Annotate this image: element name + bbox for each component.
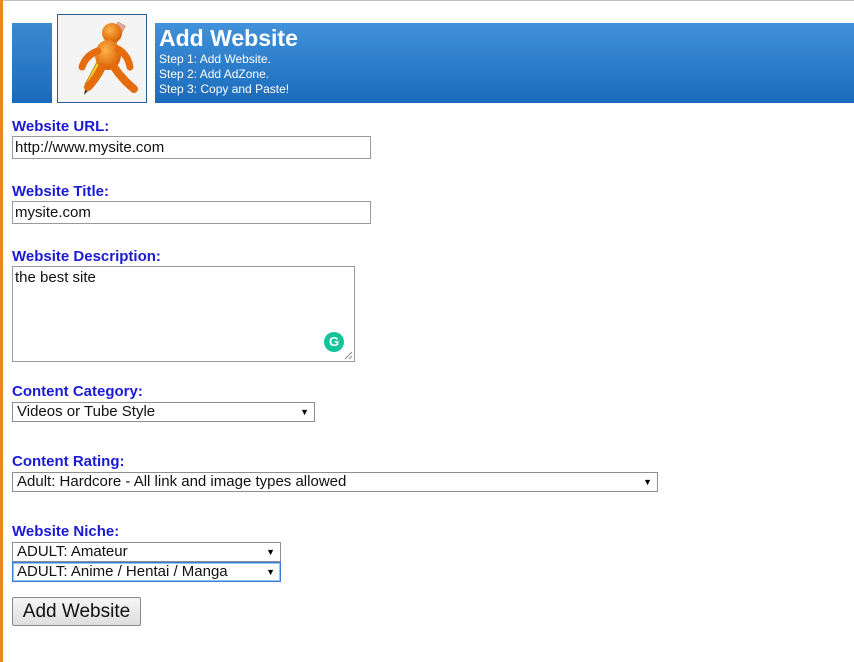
header-left-block <box>12 23 52 103</box>
chevron-down-icon: ▼ <box>300 407 309 417</box>
website-niche-value-1: ADULT: Amateur <box>17 543 128 560</box>
website-title-label: Website Title: <box>12 183 109 200</box>
resize-grip-icon[interactable] <box>343 350 353 360</box>
step-1-text: Step 1: Add Website. <box>159 52 271 66</box>
chevron-down-icon: ▼ <box>643 477 652 487</box>
left-accent-bar <box>0 0 3 662</box>
website-niche-value-2: ADULT: Anime / Hentai / Manga <box>17 563 228 580</box>
website-description-label: Website Description: <box>12 248 161 265</box>
website-niche-select-2[interactable]: ADULT: Anime / Hentai / Manga ▼ <box>12 562 281 582</box>
grammarly-g-icon[interactable]: G <box>324 332 344 352</box>
add-website-button[interactable]: Add Website <box>12 597 141 626</box>
website-niche-label: Website Niche: <box>12 523 120 540</box>
website-url-label: Website URL: <box>12 118 110 135</box>
content-rating-value: Adult: Hardcore - All link and image typ… <box>17 473 347 490</box>
chevron-down-icon: ▼ <box>266 547 275 557</box>
orange-figure-with-pencil-icon <box>78 21 138 95</box>
content-category-label: Content Category: <box>12 383 143 400</box>
page-title: Add Website <box>159 25 298 51</box>
website-description-textarea[interactable]: the best site <box>12 266 355 362</box>
top-border <box>0 0 854 1</box>
header-banner: Add Website Step 1: Add Website. Step 2:… <box>155 23 854 103</box>
step-2-text: Step 2: Add AdZone. <box>159 67 270 81</box>
content-rating-label: Content Rating: <box>12 453 125 470</box>
step-3-text: Step 3: Copy and Paste! <box>159 82 290 96</box>
content-rating-select[interactable]: Adult: Hardcore - All link and image typ… <box>12 472 658 492</box>
website-niche-select-1[interactable]: ADULT: Amateur ▼ <box>12 542 281 562</box>
website-url-input[interactable] <box>12 136 371 159</box>
website-title-input[interactable] <box>12 201 371 224</box>
content-category-select[interactable]: Videos or Tube Style ▼ <box>12 402 315 422</box>
logo <box>57 14 147 103</box>
content-category-value: Videos or Tube Style <box>17 403 156 420</box>
chevron-down-icon: ▼ <box>266 567 275 577</box>
